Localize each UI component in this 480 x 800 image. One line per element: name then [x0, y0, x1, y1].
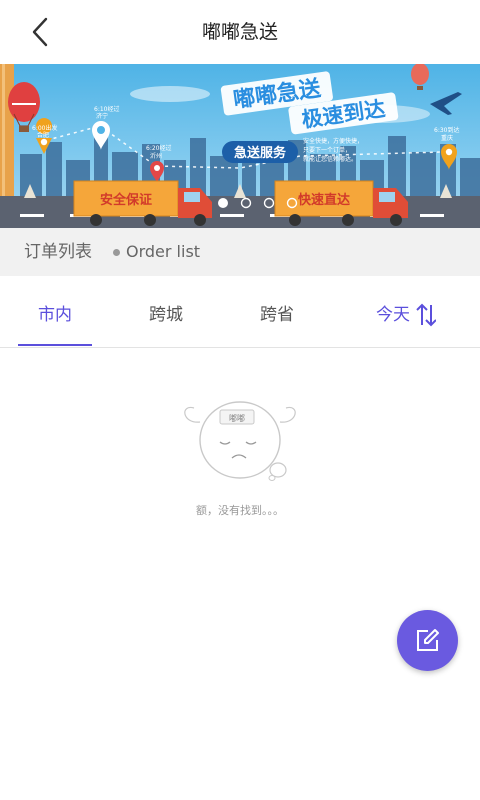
- svg-text:6:00出发: 6:00出发: [32, 124, 57, 132]
- balloon-icon: [411, 64, 429, 90]
- svg-text:只要下一个订单，: 只要下一个订单，: [303, 146, 351, 154]
- svg-text:嘟嘟: 嘟嘟: [229, 413, 245, 423]
- bullet-dot-icon: [113, 249, 120, 256]
- edit-icon: [417, 629, 439, 651]
- svg-text:济宁: 济宁: [96, 112, 108, 120]
- svg-text:快速直达: 快速直达: [298, 192, 350, 208]
- svg-text:安全快捷，方便快捷，: 安全快捷，方便快捷，: [303, 137, 363, 145]
- svg-text:合肥: 合肥: [37, 131, 49, 139]
- sort-button[interactable]: 今天: [376, 284, 436, 346]
- svg-text:急送服务: 急送服务: [234, 145, 287, 161]
- empty-state-illustration: 嘟嘟: [180, 398, 300, 492]
- tab-interprovince[interactable]: 跨省: [240, 284, 314, 346]
- sort-label: 今天: [376, 305, 410, 325]
- tab-city[interactable]: 市内: [18, 284, 92, 346]
- promo-banner[interactable]: 嘟嘟急送 极速到达 急送服务 安全快捷，方便快捷， 只要下一个订单， 就能让您信…: [0, 64, 480, 228]
- svg-text:重庆: 重庆: [441, 134, 453, 142]
- order-list-label-en: Order list: [126, 242, 201, 261]
- page-title: 嘟嘟急送: [201, 21, 278, 43]
- empty-message: 额，没有找到。。。: [196, 504, 284, 517]
- order-list-header: 订单列表 Order list: [0, 228, 480, 276]
- app-header: 嘟嘟急送: [0, 0, 480, 64]
- active-tab-indicator: [18, 344, 92, 346]
- sort-arrows-icon: [416, 303, 436, 327]
- svg-text:6:20经过: 6:20经过: [146, 144, 171, 152]
- svg-text:沂州: 沂州: [150, 152, 162, 160]
- filter-tabs: 市内 跨城 跨省 今天: [0, 284, 480, 348]
- airplane-icon: [430, 92, 462, 115]
- banner-illustration: 嘟嘟急送 极速到达 急送服务 安全快捷，方便快捷， 只要下一个订单， 就能让您信…: [0, 64, 480, 228]
- svg-text:就能让您信赖嘟达。: 就能让您信赖嘟达。: [303, 155, 357, 163]
- order-list-label: 订单列表: [24, 242, 92, 262]
- svg-text:安全保证: 安全保证: [100, 192, 152, 208]
- tab-intercity[interactable]: 跨城: [129, 284, 203, 346]
- svg-text:6:30到达: 6:30到达: [434, 126, 459, 134]
- new-order-button[interactable]: [397, 610, 458, 671]
- svg-text:6:10经过: 6:10经过: [94, 105, 119, 113]
